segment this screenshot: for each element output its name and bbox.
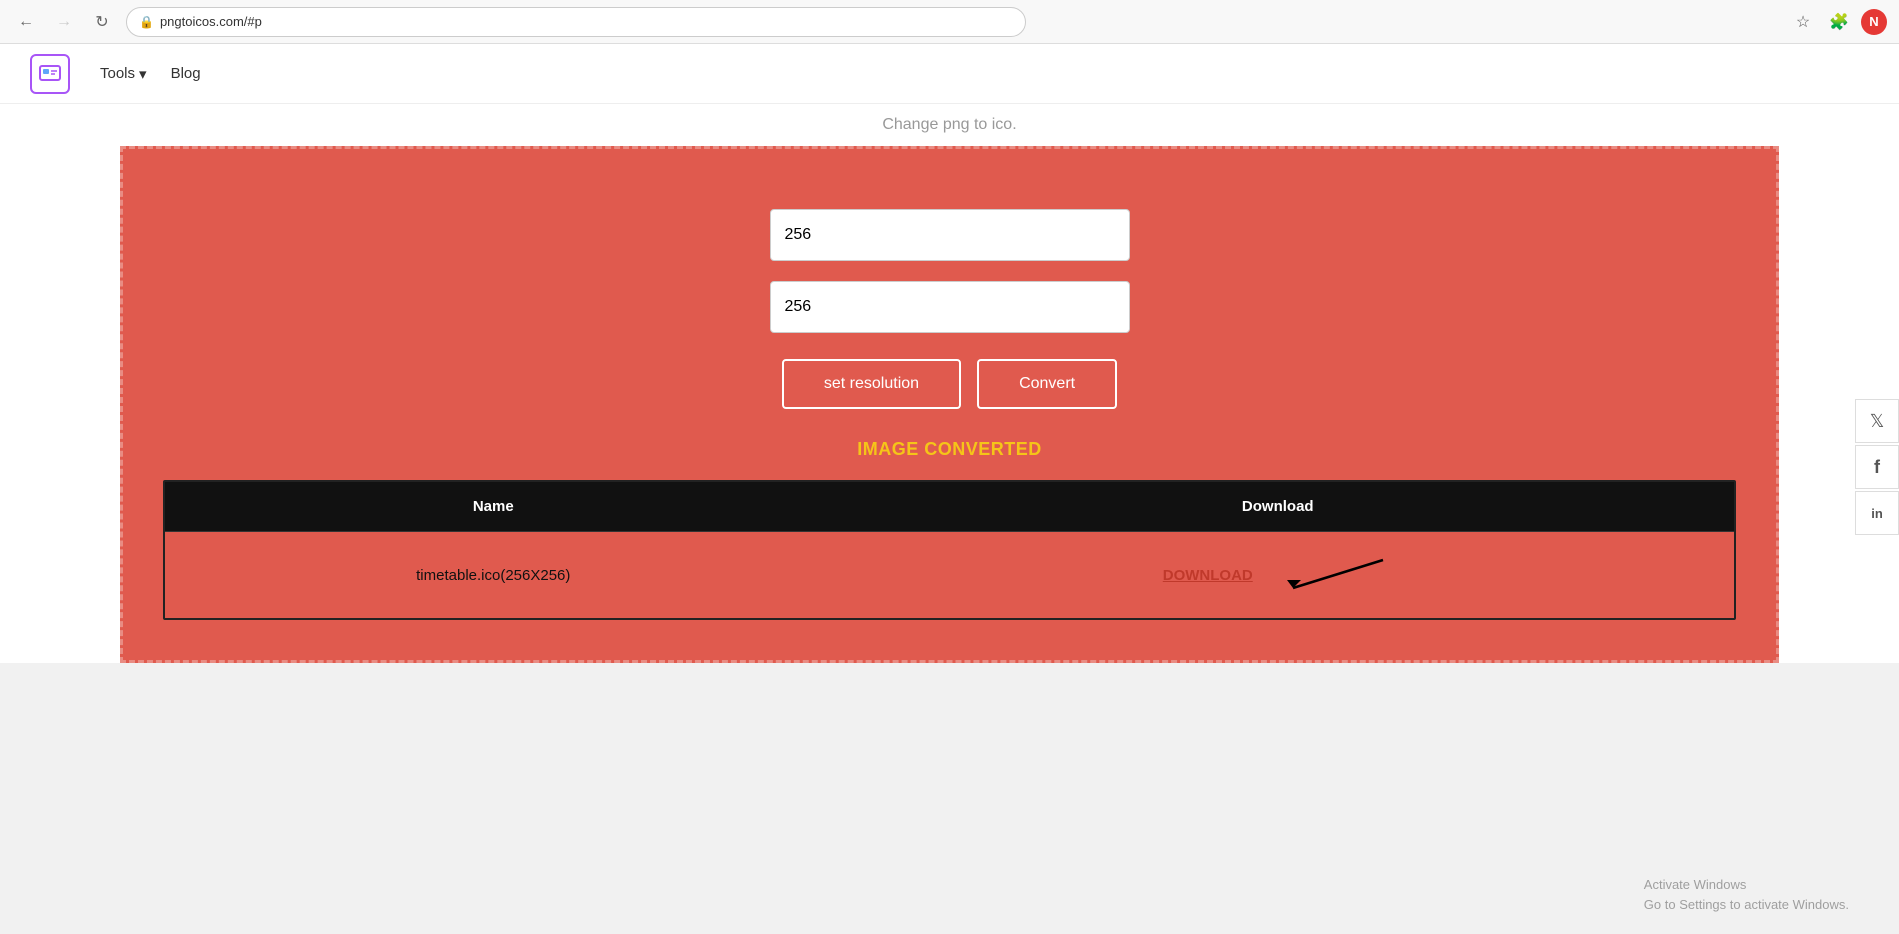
bookmark-button[interactable]: ☆ bbox=[1789, 8, 1817, 36]
results-table: Name Download timetable.ico(256X256) DOW… bbox=[165, 482, 1734, 618]
height-input[interactable] bbox=[770, 281, 1130, 333]
name-header: Name bbox=[165, 482, 822, 532]
tools-dropdown-icon: ▾ bbox=[139, 65, 147, 83]
nav-blog[interactable]: Blog bbox=[171, 65, 201, 82]
url-text: pngtoicos.com/#p bbox=[160, 14, 262, 29]
download-cell-inner: DOWNLOAD bbox=[842, 550, 1714, 600]
download-header: Download bbox=[822, 482, 1734, 532]
results-table-wrapper: Name Download timetable.ico(256X256) DOW… bbox=[163, 480, 1736, 620]
lock-icon: 🔒 bbox=[139, 15, 154, 29]
browser-right-icons: ☆ 🧩 N bbox=[1789, 8, 1887, 36]
twitter-button[interactable]: 𝕏 bbox=[1855, 399, 1899, 443]
top-nav: Tools ▾ Blog bbox=[0, 44, 1899, 104]
reload-button[interactable]: ↻ bbox=[88, 8, 116, 36]
facebook-button[interactable]: f bbox=[1855, 445, 1899, 489]
width-input[interactable] bbox=[770, 209, 1130, 261]
back-button[interactable]: ← bbox=[12, 8, 40, 36]
logo-icon bbox=[30, 54, 70, 94]
page-subtitle: Change png to ico. bbox=[0, 104, 1899, 146]
facebook-icon: f bbox=[1874, 457, 1880, 478]
convert-button[interactable]: Convert bbox=[977, 359, 1117, 409]
set-resolution-button[interactable]: set resolution bbox=[782, 359, 961, 409]
extensions-button[interactable]: 🧩 bbox=[1825, 8, 1853, 36]
file-name-cell: timetable.ico(256X256) bbox=[165, 532, 822, 619]
nav-links: Tools ▾ Blog bbox=[100, 65, 201, 83]
address-bar[interactable]: 🔒 pngtoicos.com/#p bbox=[126, 7, 1026, 37]
user-avatar[interactable]: N bbox=[1861, 9, 1887, 35]
twitter-icon: 𝕏 bbox=[1870, 411, 1885, 432]
nav-tools[interactable]: Tools ▾ bbox=[100, 65, 147, 83]
activate-windows-watermark: Activate Windows Go to Settings to activ… bbox=[1644, 875, 1849, 914]
main-container: set resolution Convert IMAGE CONVERTED N… bbox=[120, 146, 1779, 663]
table-header-row: Name Download bbox=[165, 482, 1734, 532]
forward-button[interactable]: → bbox=[50, 8, 78, 36]
linkedin-button[interactable]: in bbox=[1855, 491, 1899, 535]
download-cell: DOWNLOAD bbox=[822, 532, 1734, 619]
social-sidebar: 𝕏 f in bbox=[1855, 399, 1899, 535]
page-wrapper: Tools ▾ Blog Change png to ico. set reso… bbox=[0, 44, 1899, 663]
download-link[interactable]: DOWNLOAD bbox=[1163, 567, 1253, 584]
logo[interactable] bbox=[30, 54, 70, 94]
linkedin-icon: in bbox=[1871, 506, 1883, 521]
buttons-row: set resolution Convert bbox=[782, 359, 1117, 409]
status-text: IMAGE CONVERTED bbox=[857, 439, 1042, 460]
form-section: set resolution Convert IMAGE CONVERTED bbox=[163, 209, 1736, 460]
arrow-annotation bbox=[1273, 550, 1393, 600]
table-row: timetable.ico(256X256) DOWNLOAD bbox=[165, 532, 1734, 619]
browser-chrome: ← → ↻ 🔒 pngtoicos.com/#p ☆ 🧩 N bbox=[0, 0, 1899, 44]
